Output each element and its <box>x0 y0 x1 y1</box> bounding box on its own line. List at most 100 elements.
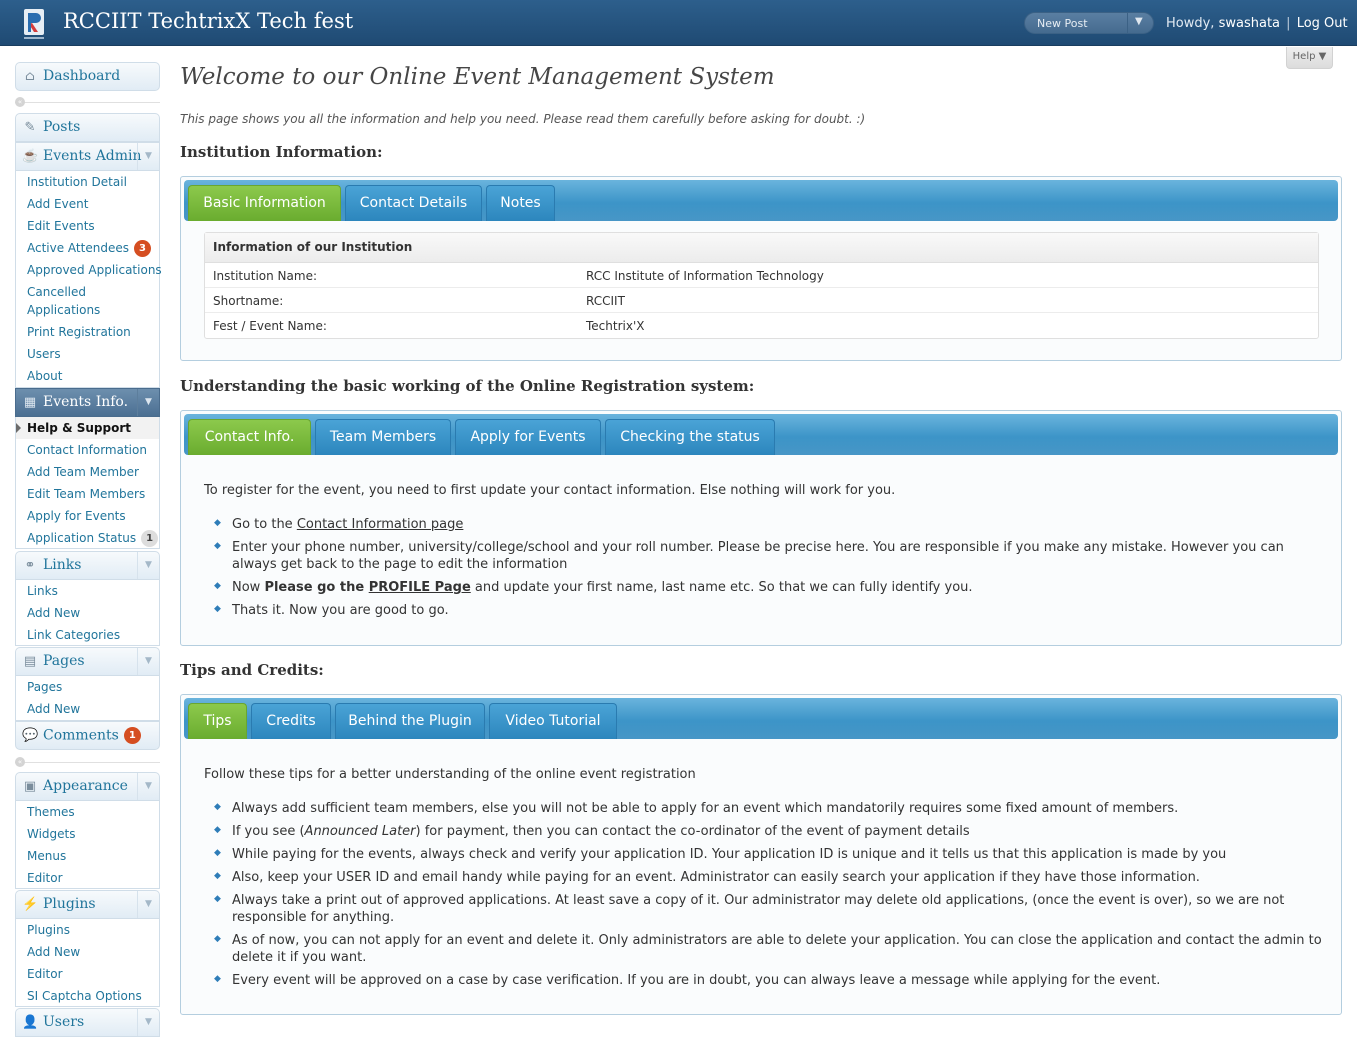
bullet-diamond-icon: ◆ <box>214 871 221 881</box>
site-title[interactable]: RCCIIT TechtrixX Tech fest <box>63 9 353 33</box>
tab-notes[interactable]: Notes <box>486 185 555 221</box>
logout-link[interactable]: Log Out <box>1297 16 1348 31</box>
menu-plugins-label[interactable]: Plugins <box>43 896 96 912</box>
menu-posts-label[interactable]: Posts <box>43 119 80 135</box>
submenu-help-support[interactable]: Help & Support <box>27 419 131 437</box>
username-link[interactable]: swashata <box>1219 16 1280 31</box>
submenu-edit-events[interactable]: Edit Events <box>27 217 95 235</box>
tab-basic-information[interactable]: Basic Information <box>188 185 341 221</box>
tab-contact-details[interactable]: Contact Details <box>345 185 482 221</box>
submenu-approved-applications[interactable]: Approved Applications <box>27 261 162 279</box>
chevron-down-icon[interactable]: ▼ <box>137 552 159 579</box>
row-value: RCC Institute of Information Technology <box>586 269 824 283</box>
menu-dashboard-label[interactable]: Dashboard <box>43 68 120 84</box>
contact-information-page-link[interactable]: Contact Information page <box>297 517 464 532</box>
tab-contact-info[interactable]: Contact Info. <box>188 419 311 455</box>
dropdown-divider <box>1127 13 1128 33</box>
chevron-down-icon[interactable]: ▼ <box>137 648 159 675</box>
menu-events-admin-label[interactable]: Events Admin <box>43 148 142 164</box>
menu-comments-label-wrap[interactable]: Comments 1 <box>43 727 141 744</box>
table-title: Information of our Institution <box>205 233 1318 263</box>
registration-tab-panel: Contact Info. Team Members Apply for Eve… <box>180 410 1342 646</box>
chevron-down-icon[interactable]: ▼ <box>137 773 159 800</box>
tab-checking-status[interactable]: Checking the status <box>605 419 775 455</box>
tab-tips[interactable]: Tips <box>188 703 247 739</box>
submenu-add-event[interactable]: Add Event <box>27 195 88 213</box>
menu-pages[interactable]: ▤ Pages ▼ <box>15 647 160 676</box>
collapse-arrow-icon[interactable]: « <box>15 757 25 767</box>
menu-comments-label[interactable]: Comments <box>43 728 119 744</box>
submenu-institution-detail[interactable]: Institution Detail <box>27 173 127 191</box>
page-title: Welcome to our Online Event Management S… <box>180 64 775 90</box>
submenu-plugins[interactable]: Plugins <box>27 921 70 939</box>
submenu-pages[interactable]: Pages <box>27 678 62 696</box>
menu-events-info[interactable]: ▦ Events Info. ▼ <box>15 388 160 417</box>
chevron-down-icon[interactable]: ▼ <box>1135 16 1143 27</box>
submenu-application-status-label[interactable]: Application Status <box>27 531 136 545</box>
submenu-add-team-member[interactable]: Add Team Member <box>27 463 139 481</box>
tab-video-tutorial[interactable]: Video Tutorial <box>489 703 617 739</box>
tips-heading: Tips and Credits: <box>180 661 324 679</box>
submenu-users[interactable]: Users <box>27 345 61 363</box>
submenu-plugins-add-new[interactable]: Add New <box>27 943 80 961</box>
tab-team-members[interactable]: Team Members <box>315 419 451 455</box>
submenu-widgets[interactable]: Widgets <box>27 825 76 843</box>
submenu-menus[interactable]: Menus <box>27 847 66 865</box>
menu-comments[interactable]: 💬 Comments 1 <box>15 721 160 750</box>
submenu-print-registration[interactable]: Print Registration <box>27 323 131 341</box>
submenu-links-add-new[interactable]: Add New <box>27 604 80 622</box>
menu-events-admin[interactable]: ☕ Events Admin ▼ <box>15 142 160 171</box>
site-logo-icon[interactable] <box>20 7 48 43</box>
bullet-diamond-icon: ◆ <box>214 604 221 614</box>
submenu-contact-information[interactable]: Contact Information <box>27 441 147 459</box>
menu-plugins[interactable]: ⚡ Plugins ▼ <box>15 890 160 919</box>
submenu-pages-add-new[interactable]: Add New <box>27 700 80 718</box>
menu-posts[interactable]: ✎ Posts <box>15 113 160 142</box>
institution-info-table: Information of our Institution Instituti… <box>204 232 1319 339</box>
step-text: Enter your phone number, university/coll… <box>232 540 1284 572</box>
collapse-arrow-icon[interactable]: « <box>15 97 25 107</box>
submenu-link-categories[interactable]: Link Categories <box>27 626 120 644</box>
appearance-submenu: Themes Widgets Menus Editor <box>15 801 160 889</box>
plug-icon: ⚡ <box>22 897 39 912</box>
tab-behind-the-plugin[interactable]: Behind the Plugin <box>335 703 485 739</box>
submenu-active-attendees-label[interactable]: Active Attendees <box>27 241 129 255</box>
chevron-down-icon[interactable]: ▼ <box>137 891 159 918</box>
menu-appearance[interactable]: ▣ Appearance ▼ <box>15 772 160 801</box>
submenu-apply-for-events[interactable]: Apply for Events <box>27 507 126 525</box>
institution-heading: Institution Information: <box>180 143 383 161</box>
chevron-down-icon[interactable]: ▼ <box>137 143 159 170</box>
menu-events-info-label[interactable]: Events Info. <box>43 394 128 410</box>
submenu-application-status[interactable]: Application Status 1 <box>27 529 159 547</box>
chevron-down-icon[interactable]: ▼ <box>137 1009 159 1036</box>
submenu-theme-editor[interactable]: Editor <box>27 869 63 887</box>
help-label[interactable]: Help <box>1293 51 1316 62</box>
help-button[interactable]: Help ▼ <box>1286 47 1333 69</box>
submenu-plugin-editor[interactable]: Editor <box>27 965 63 983</box>
submenu-about[interactable]: About <box>27 367 62 385</box>
menu-links[interactable]: ⚭ Links ▼ <box>15 551 160 580</box>
menu-links-label[interactable]: Links <box>43 557 81 573</box>
submenu-si-captcha-options[interactable]: SI Captcha Options <box>27 987 142 1005</box>
submenu-themes[interactable]: Themes <box>27 803 75 821</box>
bullet-diamond-icon: ◆ <box>214 825 221 835</box>
bullet-diamond-icon: ◆ <box>214 581 221 591</box>
tab-credits[interactable]: Credits <box>251 703 331 739</box>
submenu-edit-team-members[interactable]: Edit Team Members <box>27 485 145 503</box>
menu-appearance-label[interactable]: Appearance <box>43 778 128 794</box>
tab-apply-for-events[interactable]: Apply for Events <box>455 419 601 455</box>
menu-pages-label[interactable]: Pages <box>43 653 85 669</box>
step-text: Now <box>232 580 265 595</box>
help-chevron-icon: ▼ <box>1318 51 1327 62</box>
chevron-down-icon[interactable]: ▼ <box>137 389 159 416</box>
menu-dashboard[interactable]: ⌂ Dashboard <box>15 62 160 91</box>
submenu-active-attendees[interactable]: Active Attendees 3 <box>27 239 151 257</box>
new-post-dropdown[interactable]: New Post ▼ <box>1024 12 1154 34</box>
submenu-links[interactable]: Links <box>27 582 58 600</box>
new-post-label[interactable]: New Post <box>1037 17 1088 30</box>
list-item: ◆ Every event will be approved on a case … <box>214 972 1324 989</box>
submenu-cancelled-applications[interactable]: Cancelled Applications <box>27 283 147 319</box>
profile-page-link[interactable]: PROFILE Page <box>369 580 471 595</box>
menu-users-label[interactable]: Users <box>43 1014 84 1030</box>
menu-users[interactable]: 👤 Users ▼ <box>15 1008 160 1037</box>
